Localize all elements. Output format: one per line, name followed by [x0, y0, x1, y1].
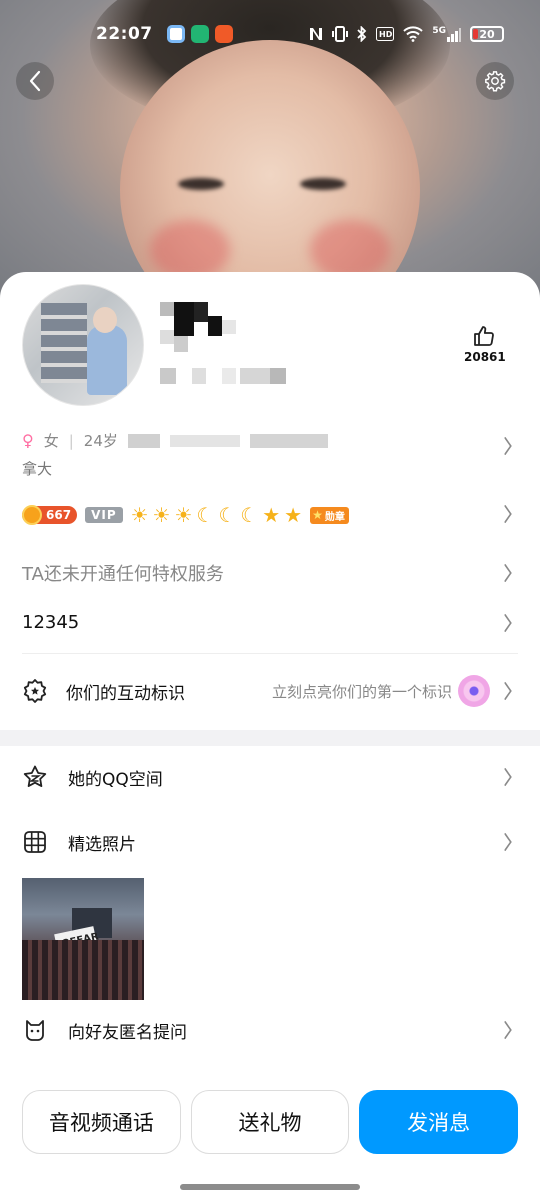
video-call-button[interactable]: 音视频通话 [22, 1090, 181, 1154]
photo-eye-left [178, 178, 224, 190]
coin-icon [22, 505, 42, 525]
chevron-right-icon [504, 832, 512, 852]
age-text: 24岁 [83, 432, 118, 450]
privilege-text: TA还未开通任何特权服务 [22, 564, 224, 585]
vip-badge: VIP [85, 507, 123, 523]
sun-icon: ☀ [174, 503, 193, 527]
chevron-right-icon [504, 613, 512, 633]
avatar-figure [87, 325, 127, 395]
hd-icon: HD [376, 27, 395, 41]
redacted-info [169, 434, 240, 447]
vibrate-icon [332, 26, 349, 42]
badges-row[interactable]: 667 VIP ☀ ☀ ☀ ☾ ☾ ☾ ★ ★ ★ 勋章 [0, 504, 540, 526]
interaction-badge-icon [22, 678, 48, 704]
likes-count: 20861 [464, 350, 506, 364]
nfc-icon [309, 26, 323, 42]
battery-icon: 20 [470, 26, 504, 42]
photo-thumbnail[interactable]: NOFEAR [22, 878, 144, 1000]
moon-icon: ☾ [196, 503, 215, 527]
star-icon: ★ [262, 503, 281, 527]
battery-level: 20 [479, 27, 495, 41]
settings-button[interactable] [476, 62, 514, 100]
avatar-head [93, 307, 117, 333]
photo-eye-right [300, 178, 346, 190]
notification-app-icons [166, 25, 233, 43]
grid-icon [22, 829, 48, 855]
bluetooth-icon [357, 26, 367, 42]
privilege-row[interactable]: TA还未开通任何特权服务 [0, 560, 540, 586]
ask-label: 向好友匿名提问 [68, 1022, 187, 1043]
moon-icon: ☾ [240, 503, 259, 527]
app-notification-icon [190, 25, 209, 43]
redacted-info [127, 433, 160, 448]
signal-5g-icon: 5G [432, 26, 461, 42]
qzone-label: 她的QQ空间 [68, 769, 163, 790]
profile-info-row[interactable]: ♀ 女 | 24岁 [0, 430, 540, 455]
chevron-right-icon [504, 681, 512, 701]
app-notification-icon [166, 25, 185, 43]
back-button[interactable] [16, 62, 54, 100]
female-icon: ♀ [22, 431, 34, 450]
send-gift-button[interactable]: 送礼物 [190, 1090, 350, 1154]
status-bar: 22:07 HD 5G 20 [0, 0, 540, 68]
level-badge: 667 [22, 505, 78, 525]
app-notification-icon [214, 25, 233, 43]
chevron-right-icon [504, 563, 512, 583]
action-bar: 音视频通话 送礼物 发消息 [22, 1090, 519, 1154]
thumbs-up-icon [464, 324, 504, 348]
medal-label: 勋章 [324, 511, 345, 523]
chevron-right-icon [504, 504, 512, 524]
avatar[interactable] [22, 284, 144, 406]
chevron-right-icon [504, 1020, 512, 1040]
like-button[interactable]: 20861 [464, 324, 506, 364]
photo-crowd [22, 940, 144, 1000]
qq-number: 12345 [22, 612, 80, 633]
qq-number-row[interactable]: 12345 [0, 612, 540, 633]
section-separator [0, 730, 540, 746]
chevron-left-icon [28, 70, 42, 92]
avatar-shelf [41, 303, 87, 383]
network-type: 5G [432, 26, 446, 36]
chevron-right-icon [504, 767, 512, 787]
send-message-button[interactable]: 发消息 [359, 1090, 519, 1154]
anonymous-question-row[interactable]: 向好友匿名提问 [0, 1017, 540, 1043]
location-text: 拿大 [22, 460, 53, 478]
chevron-right-icon [504, 436, 512, 456]
qzone-row[interactable]: 她的QQ空间 [0, 764, 540, 790]
interaction-label: 你们的互动标识 [66, 683, 185, 704]
location-row: 拿大 [0, 458, 540, 479]
profile-card: 20861 ♀ 女 | 24岁 拿大 667 VIP ☀ ☀ ☀ ☾ ☾ ☾ ★… [0, 272, 540, 1200]
flower-icon [458, 675, 490, 707]
gender-text: 女 [43, 432, 59, 450]
photos-label: 精选照片 [68, 834, 136, 855]
moon-icon: ☾ [218, 503, 237, 527]
redacted-info [249, 433, 328, 448]
photos-row[interactable]: 精选照片 [0, 829, 540, 855]
medal-icon: ★ [312, 508, 323, 522]
wifi-icon [403, 26, 424, 42]
status-time: 22:07 [96, 24, 153, 44]
interaction-hint: 立刻点亮你们的第一个标识 [271, 682, 452, 701]
photo-cheek-right [310, 220, 390, 280]
divider [22, 653, 518, 654]
interaction-badges-row[interactable]: 你们的互动标识 立刻点亮你们的第一个标识 [0, 675, 540, 707]
level-icons: ☀ ☀ ☀ ☾ ☾ ☾ ★ ★ [131, 504, 303, 526]
sun-icon: ☀ [152, 503, 171, 527]
gear-icon [484, 70, 506, 92]
star-outline-icon [22, 764, 48, 790]
star-icon: ★ [284, 503, 303, 527]
cat-icon [22, 1017, 48, 1043]
status-indicators: HD 5G 20 [309, 26, 504, 42]
photo-cheek-left [150, 220, 230, 280]
medal-badge: ★ 勋章 [310, 506, 349, 524]
home-indicator[interactable] [180, 1184, 360, 1190]
svg-text:HD: HD [379, 30, 393, 39]
sun-icon: ☀ [130, 503, 149, 527]
level-number: 667 [46, 508, 72, 522]
